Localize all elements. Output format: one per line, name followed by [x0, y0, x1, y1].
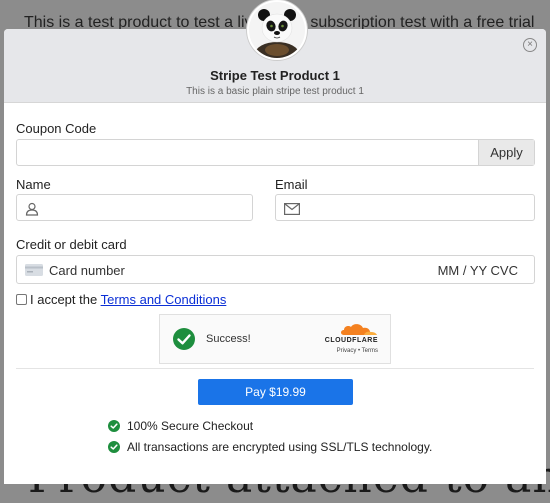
coupon-label: Coupon Code	[16, 121, 97, 136]
terms-link[interactable]: Terms and Conditions	[101, 292, 227, 307]
card-label: Credit or debit card	[16, 237, 127, 252]
card-field[interactable]: Card number MM / YY CVC	[16, 255, 535, 284]
email-input[interactable]	[276, 195, 496, 220]
pay-button[interactable]: Pay $19.99	[198, 379, 353, 405]
success-check-icon	[173, 328, 195, 350]
card-expiry-cvc[interactable]: MM / YY CVC	[438, 263, 518, 278]
checkout-modal: × Stripe Test Product 1 This is a basic …	[4, 29, 546, 484]
email-field[interactable]	[275, 194, 535, 221]
product-title: Stripe Test Product 1	[210, 68, 340, 83]
check-circle-icon	[108, 441, 120, 453]
name-label: Name	[16, 177, 51, 192]
name-field[interactable]	[16, 194, 253, 221]
cloudflare-logo-icon	[341, 324, 377, 335]
feature-text: All transactions are encrypted using SSL…	[127, 440, 433, 454]
mail-icon	[284, 203, 300, 215]
cloudflare-captcha[interactable]: Success! CLOUDFLARE Privacy • Terms	[159, 314, 391, 364]
terms-prefix: I accept the	[30, 292, 101, 307]
apply-button[interactable]: Apply	[478, 140, 534, 165]
coupon-field: Apply	[16, 139, 535, 166]
name-input[interactable]	[17, 195, 217, 220]
check-circle-icon	[108, 420, 120, 432]
card-number-placeholder[interactable]: Card number	[49, 263, 125, 278]
coupon-input[interactable]	[17, 140, 477, 165]
captcha-status: Success!	[206, 333, 251, 345]
email-label: Email	[275, 177, 308, 192]
product-avatar	[247, 0, 307, 60]
cloudflare-brand: CLOUDFLARE	[324, 337, 378, 344]
close-icon[interactable]: ×	[523, 38, 537, 52]
product-subtitle: This is a basic plain stripe test produc…	[186, 86, 364, 97]
panda-image	[249, 2, 305, 58]
terms-checkbox[interactable]	[16, 294, 27, 305]
terms-label: I accept the Terms and Conditions	[30, 292, 226, 307]
feature-text: 100% Secure Checkout	[127, 419, 254, 433]
credit-card-icon	[25, 264, 43, 276]
user-icon	[25, 202, 39, 216]
captcha-links[interactable]: Privacy • Terms	[337, 348, 378, 354]
divider	[16, 368, 534, 369]
